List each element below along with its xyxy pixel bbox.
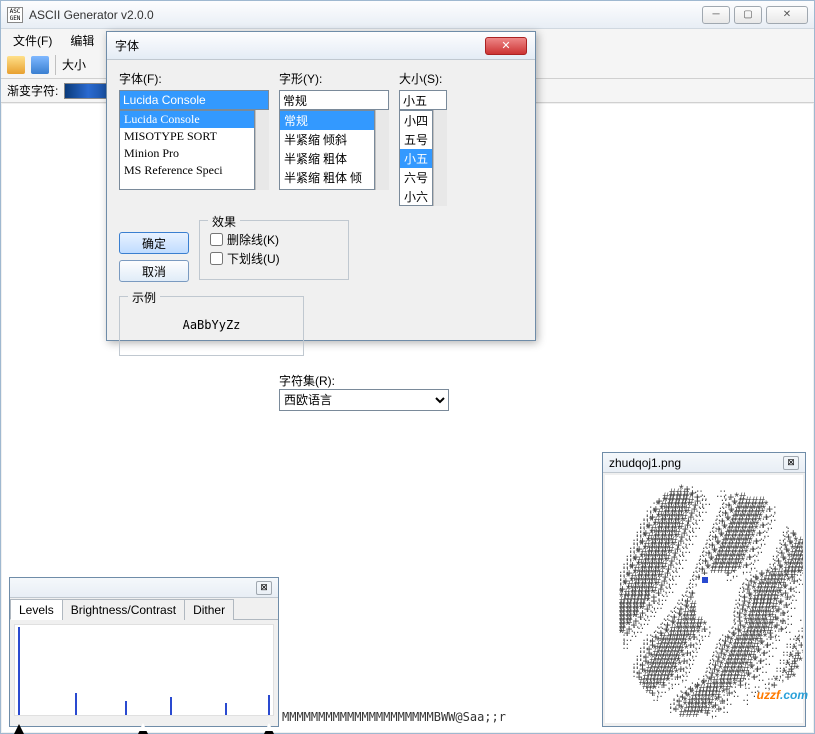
levels-titlebar: ⊠ (10, 578, 278, 598)
font-label: 字体(F): (119, 70, 269, 87)
tab-brightnesscontrast[interactable]: Brightness/Contrast (62, 599, 185, 620)
strikeout-checkbox[interactable]: 删除线(K) (210, 231, 338, 248)
size-label: 大小(S): (399, 70, 447, 87)
size-listbox[interactable]: 小四五号小五六号小六七号八号 (399, 110, 433, 206)
ascii-output-text: MMMMMMMMMMMMMMMMMMMMMBWW@Saa;;r (282, 710, 506, 724)
preview-marker[interactable] (700, 575, 710, 585)
style-input[interactable] (279, 90, 389, 110)
panel-close-button[interactable]: ⊠ (256, 581, 272, 595)
font-dialog: 字体 ✕ 字体(F): Lucida ConsoleMISOTYPE SORTM… (106, 31, 536, 341)
titlebar: ASC GEN ASCII Generator v2.0.0 ─ ▢ ✕ (1, 1, 814, 29)
save-icon[interactable] (31, 56, 49, 74)
tab-dither[interactable]: Dither (184, 599, 234, 620)
mid-point-handle[interactable] (138, 722, 148, 734)
charset-row: 字符集(R): 西欧语言 (119, 372, 469, 411)
underline-label: 下划线(U) (227, 250, 280, 267)
sample-text: AaBbYyZz (183, 318, 241, 332)
dialog-title: 字体 (115, 37, 485, 54)
scrollbar[interactable] (255, 110, 269, 190)
list-item[interactable]: Lucida Console (120, 111, 254, 128)
panel-close-button[interactable]: ⊠ (783, 456, 799, 470)
preview-titlebar: zhudqoj1.png ⊠ (603, 453, 805, 473)
maximize-button[interactable]: ▢ (734, 6, 762, 24)
menu-file[interactable]: 文件(F) (5, 30, 60, 51)
white-point-handle[interactable] (264, 722, 274, 734)
list-item[interactable]: MISOTYPE SORT (120, 128, 254, 145)
charset-label: 字符集(R): (279, 372, 469, 389)
font-input[interactable] (119, 90, 269, 110)
size-input[interactable] (399, 90, 447, 110)
list-item[interactable]: 小六 (400, 187, 432, 206)
effects-group: 效果 删除线(K) 下划线(U) (199, 220, 349, 280)
scrollbar[interactable] (433, 110, 447, 206)
histogram (14, 624, 274, 716)
list-item[interactable]: 半紧缩 粗体 倾 (280, 168, 374, 187)
preview-title: zhudqoj1.png (609, 456, 681, 470)
levels-slider[interactable] (14, 720, 274, 734)
ok-button[interactable]: 确定 (119, 232, 189, 254)
preview-body: *+:. ###+;:. .:; ####*+:. .:+*# +*####+;… (605, 475, 803, 723)
minimize-button[interactable]: ─ (702, 6, 730, 24)
sample-group: 示例 AaBbYyZz (119, 296, 304, 356)
list-item[interactable]: 六号 (400, 168, 432, 187)
levels-panel: ⊠ LevelsBrightness/ContrastDither (9, 577, 279, 727)
list-item[interactable]: 小四 (400, 111, 432, 130)
style-listbox[interactable]: 常规半紧缩 倾斜半紧缩 粗体半紧缩 粗体 倾 (279, 110, 375, 190)
levels-tabs: LevelsBrightness/ContrastDither (10, 598, 278, 620)
black-point-handle[interactable] (14, 722, 24, 734)
main-window: ASC GEN ASCII Generator v2.0.0 ─ ▢ ✕ 文件(… (0, 0, 815, 734)
app-icon: ASC GEN (7, 7, 23, 23)
list-item[interactable]: Minion Pro (120, 145, 254, 162)
size-label: 大小 (62, 56, 86, 73)
cancel-button[interactable]: 取消 (119, 260, 189, 282)
font-listbox[interactable]: Lucida ConsoleMISOTYPE SORTMinion ProMS … (119, 110, 255, 190)
list-item[interactable]: 常规 (280, 111, 374, 130)
list-item[interactable]: 半紧缩 倾斜 (280, 130, 374, 149)
window-title: ASCII Generator v2.0.0 (29, 8, 702, 22)
underline-checkbox[interactable]: 下划线(U) (210, 250, 338, 267)
list-item[interactable]: 半紧缩 粗体 (280, 149, 374, 168)
dialog-close-button[interactable]: ✕ (485, 37, 527, 55)
ascii-preview: *+:. ###+;:. .:; ####*+:. .:+*# +*####+;… (609, 479, 799, 719)
gradient-label: 渐变字符: (7, 82, 58, 99)
charset-select[interactable]: 西欧语言 (279, 389, 449, 411)
effects-title: 效果 (208, 213, 240, 230)
list-item[interactable]: 五号 (400, 130, 432, 149)
style-label: 字形(Y): (279, 70, 389, 87)
dialog-titlebar: 字体 ✕ (107, 32, 535, 60)
close-button[interactable]: ✕ (766, 6, 808, 24)
sample-title: 示例 (128, 289, 160, 306)
list-item[interactable]: MS Reference Speci (120, 162, 254, 179)
open-icon[interactable] (7, 56, 25, 74)
list-item[interactable]: 小五 (400, 149, 432, 168)
scrollbar[interactable] (375, 110, 389, 190)
preview-panel: zhudqoj1.png ⊠ *+:. (602, 452, 806, 727)
tab-levels[interactable]: Levels (10, 599, 63, 620)
menu-edit[interactable]: 编辑 (62, 30, 102, 51)
strikeout-label: 删除线(K) (227, 231, 279, 248)
